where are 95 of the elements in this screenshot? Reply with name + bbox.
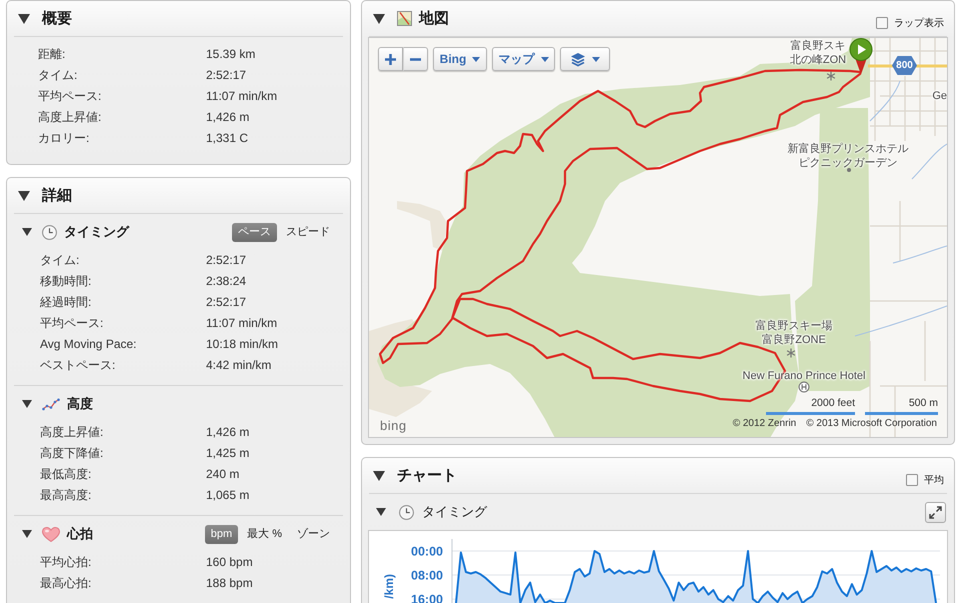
checkbox-label[interactable]: ラップ表示	[894, 16, 944, 30]
stat-value: 1,426 m	[206, 425, 250, 440]
segment-option[interactable]: 最大 %	[241, 524, 288, 544]
section-title: 地図	[419, 9, 449, 28]
checkbox[interactable]	[906, 474, 918, 486]
stat-label: 最高高度:	[40, 488, 92, 503]
subsection-title: タイミング	[64, 223, 129, 241]
stat-value: 160 bpm	[206, 555, 253, 570]
map-type-dropdown[interactable]: マップ	[492, 47, 555, 71]
map-icon	[397, 11, 412, 26]
stat-label: タイム:	[38, 68, 78, 83]
stat-value: 2:38:24	[206, 274, 246, 289]
caret-icon[interactable]	[373, 470, 385, 480]
plus-icon	[385, 54, 396, 64]
y-tick-label: 00:00	[411, 544, 443, 558]
zoom-in-button[interactable]	[378, 47, 403, 71]
stat-value: 2:52:17	[206, 68, 246, 83]
stat-label: 平均ペース:	[38, 89, 102, 104]
map-provider-dropdown[interactable]: Bing	[433, 47, 487, 71]
map-label: 新富良野プリンスホテル ピクニックガーデン	[788, 142, 908, 170]
minus-icon	[410, 58, 421, 60]
segment-option[interactable]: bpm	[204, 524, 238, 544]
expand-icon	[929, 506, 942, 518]
stat-value: 11:07 min/km	[206, 89, 278, 104]
y-tick-label: 08:00	[411, 568, 443, 583]
stat-label: 経過時間:	[40, 295, 92, 310]
caret-icon[interactable]	[22, 530, 32, 538]
stat-value: 1,065 m	[206, 488, 250, 503]
stat-label: ベストペース:	[40, 358, 116, 373]
map-label: Ge	[932, 89, 947, 103]
stat-label: 移動時間:	[40, 274, 92, 289]
segment-option[interactable]: ゾーン	[291, 524, 336, 544]
stat-value: 15.39 km	[206, 47, 256, 62]
stat-value: 2:52:17	[206, 253, 246, 268]
stat-label: Avg Moving Pace:	[40, 337, 136, 352]
segment-option[interactable]: スピード	[280, 222, 336, 242]
stat-label: 高度上昇値:	[40, 425, 104, 440]
line-chart-icon	[42, 398, 60, 410]
map-label: 富良野スキー場 富良野ZONE	[756, 319, 832, 347]
caret-icon[interactable]	[22, 400, 32, 408]
stat-value: 240 m	[206, 467, 240, 482]
layers-icon	[570, 52, 586, 66]
stat-label: 最低高度:	[40, 467, 92, 482]
scale-label: 500 m	[908, 397, 938, 409]
clock-icon	[399, 504, 414, 520]
dot-icon	[847, 168, 851, 172]
stat-value: 11:07 min/km	[206, 316, 278, 331]
map-pin-icon	[849, 38, 873, 75]
stat-value: 1,425 m	[206, 446, 250, 461]
map-label: 富良野スキ 北の峰ZON	[790, 39, 846, 67]
subsection-title: 心拍	[67, 525, 93, 543]
layers-dropdown[interactable]	[560, 47, 610, 71]
stat-value: 1,331 C	[206, 131, 248, 146]
copyright-text: © 2013 Microsoft Corporation	[806, 418, 937, 429]
scale-label: 2000 feet	[811, 397, 855, 409]
caret-icon[interactable]	[373, 14, 385, 24]
caret-icon[interactable]	[22, 228, 32, 236]
snowflake-icon	[826, 71, 836, 81]
road-number-badge: 800	[892, 56, 917, 75]
stat-value: 2:52:17	[206, 295, 246, 310]
y-axis-label: /km)	[382, 574, 396, 599]
snowflake-icon	[786, 348, 796, 358]
caret-icon	[592, 56, 600, 62]
segment-option[interactable]: ペース	[232, 222, 277, 242]
caret-icon	[472, 56, 480, 62]
stat-label: 最高心拍:	[40, 576, 92, 591]
caret-icon[interactable]	[376, 508, 386, 516]
stat-value: 188 bpm	[206, 576, 253, 591]
expand-button[interactable]	[925, 502, 946, 522]
caret-icon	[540, 56, 548, 62]
clock-icon	[42, 224, 57, 240]
copyright-text: © 2012 Zenrin	[732, 418, 796, 429]
heart-icon	[42, 526, 60, 542]
stat-label: タイム:	[40, 253, 80, 268]
stat-value: 10:18 min/km	[206, 337, 278, 352]
map-logo: bing	[380, 418, 407, 433]
checkbox[interactable]	[876, 17, 888, 29]
section-title: 詳細	[42, 186, 72, 205]
caret-icon[interactable]	[18, 14, 30, 24]
stat-label: カロリー:	[38, 131, 90, 146]
stat-value: 1,426 m	[206, 110, 250, 125]
stat-label: 高度下降値:	[40, 446, 104, 461]
section-title: 概要	[42, 9, 72, 28]
zoom-out-button[interactable]	[403, 47, 428, 71]
caret-icon[interactable]	[18, 190, 30, 200]
hotel-icon	[798, 382, 810, 392]
stat-label: 距離:	[38, 47, 66, 62]
section-title: チャート	[397, 466, 457, 485]
stat-label: 平均ペース:	[40, 316, 104, 331]
subsection-title: 高度	[67, 395, 93, 413]
subsection-title: タイミング	[422, 503, 487, 521]
stat-label: 高度上昇値:	[38, 110, 102, 125]
checkbox-label[interactable]: 平均	[924, 473, 944, 487]
stat-label: 平均心拍:	[40, 555, 92, 570]
stat-value: 4:42 min/km	[206, 358, 272, 373]
